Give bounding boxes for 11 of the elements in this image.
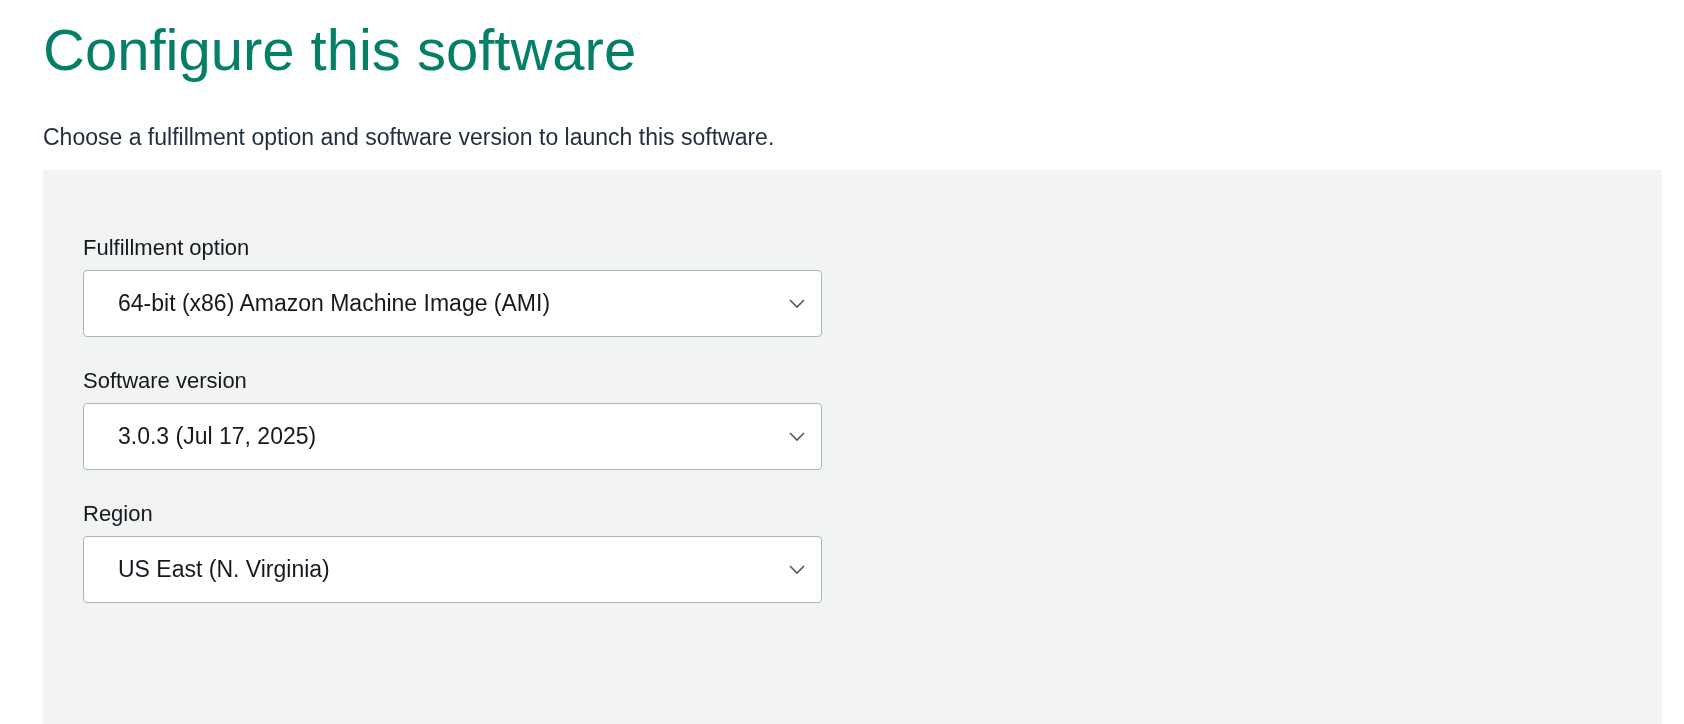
field-label: Fulfillment option [83,234,250,262]
field-label: Software version [83,367,247,395]
select-dropdown[interactable]: 3.0.3 (Jul 17, 2025) [83,403,822,470]
select-dropdown[interactable]: US East (N. Virginia) [83,536,822,603]
page-description: Choose a fulfillment option and software version to launch this software. [43,123,775,152]
chevron-down-icon [789,564,805,575]
chevron-down-icon [789,431,805,442]
page-title: Configure this software [43,16,637,84]
select-dropdown[interactable]: 64-bit (x86) Amazon Machine Image (AMI) [83,270,822,337]
chevron-down-icon [789,298,805,309]
field-label: Region [83,500,153,528]
